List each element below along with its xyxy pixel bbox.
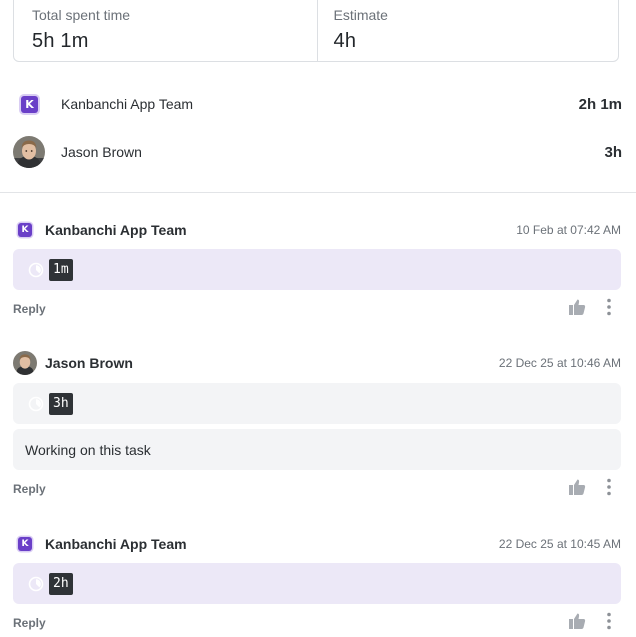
total-spent-time-cell: Total spent time 5h 1m [14, 0, 317, 61]
clock-icon [28, 396, 44, 411]
reply-button[interactable]: Reply [13, 616, 46, 630]
comment-text: Working on this task [25, 441, 151, 458]
comment-date: 22 Dec 25 at 10:45 AM [498, 537, 621, 551]
thumbs-up-icon[interactable] [568, 612, 586, 630]
section-divider [0, 192, 636, 193]
time-tag: 3h [49, 392, 73, 415]
estimate-value[interactable]: 4h [334, 30, 619, 53]
member-row-kanbanchi: K Kanbanchi App Team 2h 1m [13, 87, 622, 121]
kanbanchi-logo-icon: K [21, 95, 38, 113]
estimate-label: Estimate [333, 7, 388, 23]
total-spent-time-value: 5h 1m [32, 30, 89, 52]
comment-date: 22 Dec 25 at 10:46 AM [498, 356, 621, 370]
time-log-bubble: 1m [13, 249, 621, 290]
comment-header: Jason Brown 22 Dec 25 at 10:46 AM [13, 351, 622, 375]
time-summary-panel: Total spent time 5h 1m Estimate 4h [13, 0, 619, 62]
clock-icon [28, 576, 44, 591]
kanbanchi-logo-icon: K [18, 537, 32, 551]
time-tag: 2h [49, 572, 73, 595]
comment-text-bubble: Working on this task [13, 429, 621, 470]
thumbs-up-icon[interactable] [568, 298, 586, 316]
comment-author: Jason Brown [45, 355, 133, 371]
avatar [13, 351, 37, 375]
member-time: 3h [604, 143, 622, 161]
member-row-jason-brown: Jason Brown 3h [13, 135, 622, 169]
member-name: Jason Brown [61, 144, 142, 160]
comment-author: Kanbanchi App Team [45, 222, 187, 238]
member-time: 2h 1m [578, 95, 622, 113]
reply-button[interactable]: Reply [13, 302, 46, 316]
time-log-bubble: 3h [13, 383, 621, 424]
estimate-cell[interactable]: Estimate 4h [316, 0, 619, 61]
clock-icon [28, 262, 44, 277]
comment-author: Kanbanchi App Team [45, 536, 187, 552]
thumbs-up-icon[interactable] [568, 478, 586, 496]
time-log-bubble: 2h [13, 563, 621, 604]
avatar [13, 136, 45, 168]
total-spent-time-label: Total spent time [32, 7, 131, 23]
time-tag: 1m [49, 258, 73, 281]
more-options-icon[interactable] [603, 298, 615, 316]
member-name: Kanbanchi App Team [61, 96, 194, 112]
comment-header: K Kanbanchi App Team 10 Feb at 07:42 AM [13, 218, 622, 242]
more-options-icon[interactable] [603, 612, 615, 630]
kanbanchi-logo-icon: K [18, 223, 32, 237]
comment-date: 10 Feb at 07:42 AM [516, 223, 621, 237]
reply-button[interactable]: Reply [13, 482, 46, 496]
comment-header: K Kanbanchi App Team 22 Dec 25 at 10:45 … [13, 532, 622, 556]
more-options-icon[interactable] [603, 478, 615, 496]
